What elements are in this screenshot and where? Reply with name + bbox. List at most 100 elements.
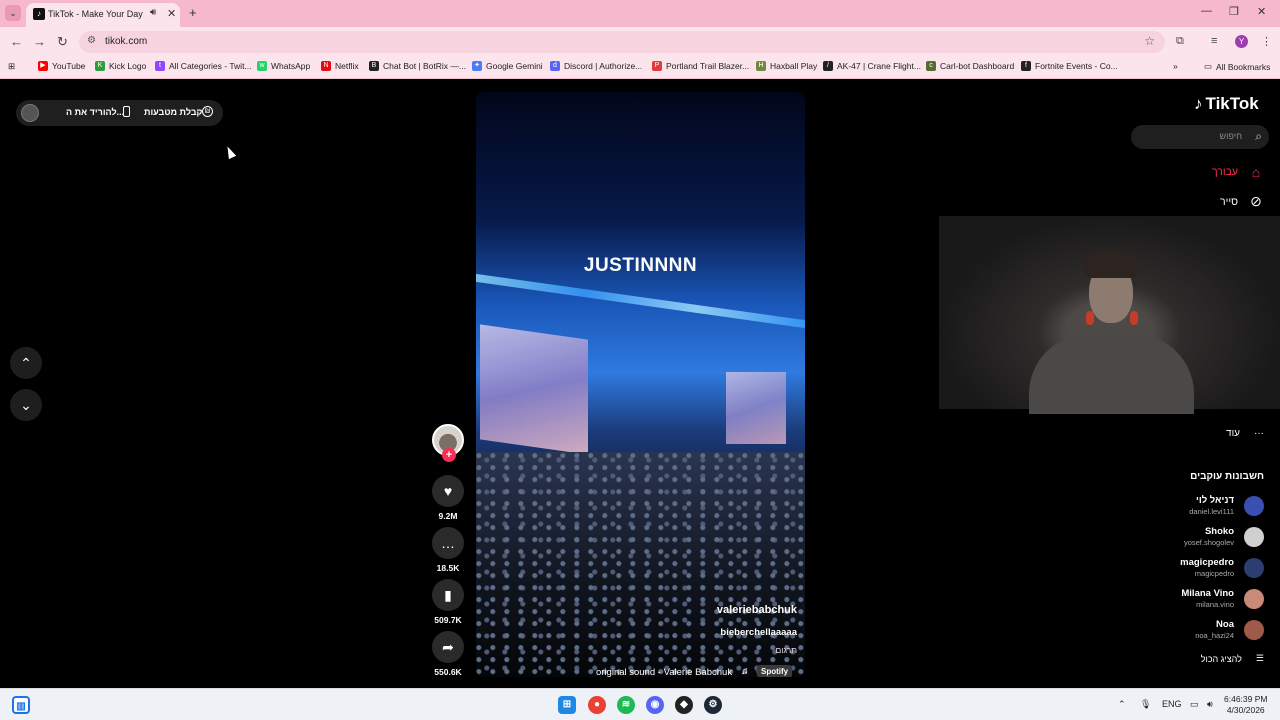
following-account-item[interactable]: Shoko yosef.shogolev [1124,523,1264,551]
bookmark-favicon-icon: K [95,61,105,71]
apps-grid-icon[interactable]: ⊞ [8,61,15,72]
bookmark-label: Chat Bot | BotRix —... [383,61,466,71]
bookmark-item[interactable]: / AK-47 | Crane Flight... [823,61,921,71]
reload-icon[interactable]: ↻ [57,34,68,50]
following-account-item[interactable]: דניאל לוי daniel.levi111 [1124,492,1264,520]
bookmark-item[interactable]: c Carl-bot Dashboard [926,61,1014,71]
all-bookmarks-folder[interactable]: ▭ All Bookmarks [1204,61,1270,72]
stage-screen-right [726,372,786,444]
bookmark-label: Fortnite Events - Co... [1035,61,1118,71]
nav-for-you[interactable]: עבורך ⌂ [1212,164,1264,180]
tiktok-page: להוריד את ה... קבלת מטבעות ₪ ⌃ ⌄ JUSTINN… [0,80,1280,688]
stage-screen-left [480,324,588,455]
extensions-icon[interactable]: ⧉ [1176,35,1184,48]
discord-icon[interactable]: ◉ [646,696,664,714]
next-video-button[interactable]: ⌄ [10,389,42,421]
restore-icon[interactable]: ❐ [1229,5,1239,18]
profile-avatar[interactable]: Y [1235,35,1248,48]
microphone-icon[interactable]: 🎙︎ [1140,699,1151,710]
browser-menu-icon[interactable]: ⋮ [1261,35,1272,48]
bookmark-favicon-icon: P [652,61,662,71]
app-icon[interactable]: ◆ [675,696,693,714]
search-icon[interactable]: ⌕ [1255,129,1262,144]
bookmark-item[interactable]: H Haxball Play [756,61,817,71]
url-text[interactable]: tikok.com [105,36,147,47]
webcam-overlay [939,216,1280,414]
following-account-item[interactable]: Milana Vino milana.vino [1124,585,1264,613]
bookmark-item[interactable]: ▶ YouTube [38,61,85,71]
mouse-cursor [223,144,237,160]
tab-title: TikTok - Make Your Day [48,9,143,19]
chrome-icon[interactable]: ● [588,696,606,714]
search-input[interactable]: חיפוש ⌕ [1131,125,1269,149]
address-bar[interactable]: ⚙ tikok.com ☆ [79,31,1165,53]
comment-icon[interactable]: … [432,527,464,559]
bookmark-item[interactable]: w WhatsApp [257,61,310,71]
media-controls-icon[interactable]: ≡ [1211,35,1217,47]
tab-search-menu-icon[interactable]: ⌄ [5,5,21,21]
video-author[interactable]: valeriebabchuk [717,604,797,616]
video-player[interactable]: JUSTINNNN valeriebabchuk bieberchellaaaa… [476,92,805,677]
widgets-icon[interactable]: ▥ [12,696,30,714]
see-all-button[interactable]: להציג הכול ☰ [1201,653,1264,664]
tray-overflow-icon[interactable]: ⌃ [1118,699,1126,710]
previous-video-button[interactable]: ⌃ [10,347,42,379]
minimize-icon[interactable]: — [1201,5,1212,17]
follow-plus-icon[interactable]: + [442,448,456,462]
tiktok-favicon-icon: ♪ [33,8,45,20]
bookmark-item[interactable]: d Discord | Authorize... [550,61,642,71]
tab-close-icon[interactable]: ✕ [167,7,176,20]
get-coins-link[interactable]: קבלת מטבעות [144,107,202,117]
language-indicator[interactable]: ENG [1162,699,1182,709]
bookmark-item[interactable]: P Portland Trail Blazer... [652,61,749,71]
account-handle: yosef.shogolev [1183,538,1234,547]
bookmark-favicon-icon: B [369,61,379,71]
like-heart-icon[interactable]: ♥ [432,475,464,507]
sound-name[interactable]: original sound - Valerie Babchuk [596,667,732,677]
tab-audio-icon[interactable]: 🔊︎ [150,7,156,18]
windows-start-icon[interactable]: ⊞ [558,696,576,714]
bookmark-item[interactable]: ✦ Google Gemini [472,61,543,71]
translate-link[interactable]: תרגום [775,645,797,655]
stage-lights [476,273,805,329]
site-info-icon[interactable]: ⚙ [87,35,96,46]
bookmark-star-icon[interactable]: ☆ [1144,34,1155,48]
video-overlay-text: JUSTINNNN [583,255,698,276]
bookmark-favicon-icon: f [1021,61,1031,71]
phone-icon [123,106,130,117]
spotify-badge[interactable]: Spotify [757,665,793,677]
download-app-link[interactable]: להוריד את ה... [66,107,124,117]
account-name: Shoko [1204,526,1234,537]
more-dots-icon: ··· [1254,428,1264,439]
bookmark-item[interactable]: B Chat Bot | BotRix —... [369,61,466,71]
folder-icon: ▭ [1204,61,1213,71]
bookmark-item[interactable]: f Fortnite Events - Co... [1021,61,1118,71]
steam-icon[interactable]: ⚙ [704,696,722,714]
share-arrow-icon[interactable]: ➦ [432,631,464,663]
bookmarks-overflow-icon[interactable]: » [1173,61,1178,71]
window-close-icon[interactable]: ✕ [1257,5,1266,18]
bookmark-item[interactable]: t All Categories - Twit... [155,61,252,71]
bookmark-icon[interactable]: ▮ [432,579,464,611]
browser-tab-active[interactable]: ♪ TikTok - Make Your Day 🔊︎ ✕ [26,3,180,27]
bookmark-favicon-icon: w [257,61,267,71]
network-icon[interactable]: ▭ [1190,699,1199,710]
user-avatar[interactable] [21,104,39,122]
bookmark-item[interactable]: N Netflix [321,61,359,71]
bookmark-favicon-icon: c [926,61,936,71]
tiktok-logo[interactable]: ♪ TikTok [1194,94,1259,114]
volume-icon[interactable]: 🔊︎ [1207,699,1213,710]
nav-explore[interactable]: סייר ⊘ [1220,193,1264,210]
top-actions-pill[interactable]: להוריד את ה... קבלת מטבעות ₪ [16,100,223,126]
nav-more[interactable]: עוד ··· [1226,428,1264,439]
back-arrow-icon[interactable]: ← [10,34,23,49]
account-avatar [1244,589,1264,609]
bookmark-item[interactable]: K Kick Logo [95,61,146,71]
account-avatar [1244,620,1264,640]
spotify-icon[interactable]: ≋ [617,696,635,714]
system-clock[interactable]: 6:46:39 PM 4/30/2026 [1224,694,1267,716]
following-account-item[interactable]: Noa noa_hazi24 [1124,616,1264,644]
following-account-item[interactable]: magicpedro magicpedro [1124,554,1264,582]
forward-arrow-icon[interactable]: → [33,34,46,49]
new-tab-button[interactable]: + [189,5,197,20]
